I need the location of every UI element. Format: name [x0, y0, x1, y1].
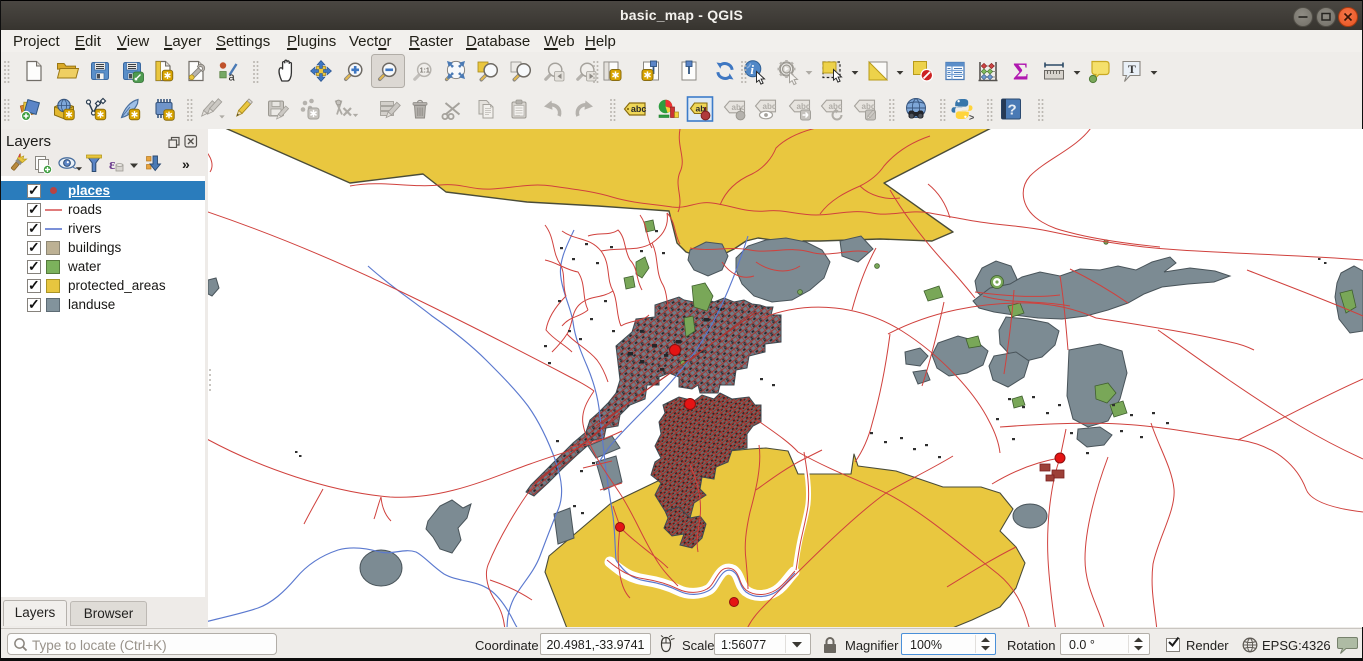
svg-text:abc: abc — [631, 104, 647, 114]
svg-text:?: ? — [1008, 102, 1017, 119]
svg-text:»: » — [182, 156, 190, 172]
svg-text:i: i — [750, 62, 754, 77]
svg-text:T: T — [1128, 62, 1136, 76]
svg-text:>: > — [969, 113, 974, 123]
svg-text:ε: ε — [109, 157, 116, 173]
svg-text:a: a — [229, 72, 236, 84]
svg-text:Σ: Σ — [1013, 60, 1029, 86]
svg-text:1:1: 1:1 — [420, 68, 430, 75]
